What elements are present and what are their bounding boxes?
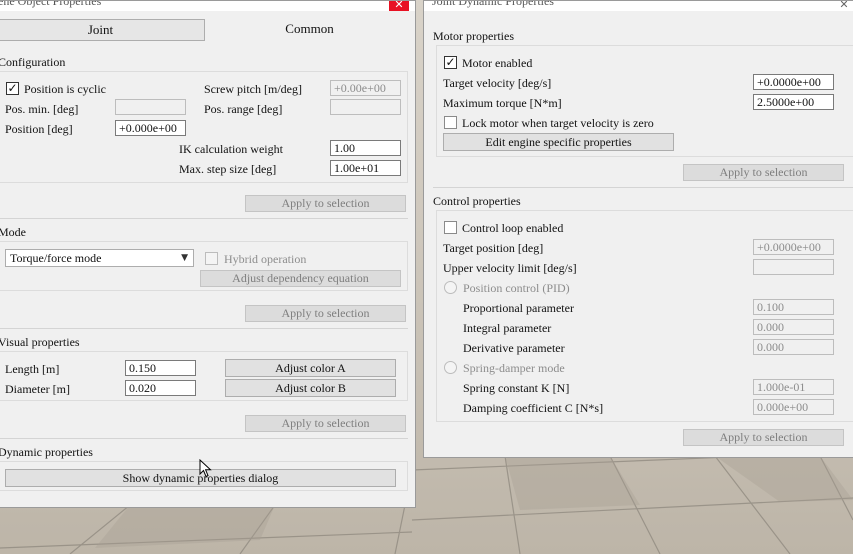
edit-engine-properties-button[interactable]: Edit engine specific properties: [443, 133, 674, 151]
control-apply-button[interactable]: Apply to selection: [683, 429, 844, 446]
screw-pitch-label: Screw pitch [m/deg]: [204, 82, 302, 96]
length-field[interactable]: 0.150: [125, 360, 196, 376]
max-step-label: Max. step size [deg]: [179, 162, 277, 176]
window-title: Joint Dynamic Properties: [432, 0, 554, 8]
tab-joint[interactable]: Joint: [0, 19, 205, 41]
adjust-color-b-button[interactable]: Adjust color B: [225, 379, 396, 397]
max-step-field[interactable]: 1.00e+01: [330, 160, 401, 176]
mode-apply-button[interactable]: Apply to selection: [245, 305, 406, 322]
integral-field[interactable]: 0.000: [753, 319, 834, 335]
proportional-field[interactable]: 0.100: [753, 299, 834, 315]
motor-apply-button[interactable]: Apply to selection: [683, 164, 844, 181]
divider: [0, 328, 408, 329]
configuration-heading: Configuration: [0, 55, 66, 69]
control-loop-label: Control loop enabled: [462, 221, 564, 235]
chevron-down-icon: ▼: [181, 253, 188, 263]
target-velocity-label: Target velocity [deg/s]: [443, 76, 552, 90]
damping-label: Damping coefficient C [N*s]: [463, 401, 604, 415]
mouse-cursor-icon: [199, 459, 212, 478]
damping-field[interactable]: 0.000e+00: [753, 399, 834, 415]
check-icon: ✓: [445, 55, 456, 69]
mode-select[interactable]: Torque/force mode ▼: [5, 249, 194, 267]
divider: [0, 438, 408, 439]
spring-damper-label: Spring-damper mode: [463, 361, 565, 375]
divider: [433, 187, 853, 188]
pid-label: Position control (PID): [463, 281, 570, 295]
max-torque-label: Maximum torque [N*m]: [443, 96, 562, 110]
joint-dynamic-properties-window: Joint Dynamic Properties ✕ Motor propert…: [423, 0, 853, 458]
position-cyclic-checkbox[interactable]: ✓: [6, 82, 19, 95]
ik-weight-label: IK calculation weight: [179, 142, 283, 156]
mode-heading: Mode: [0, 225, 26, 239]
position-field[interactable]: +0.000e+00: [115, 120, 186, 136]
lock-motor-label: Lock motor when target velocity is zero: [462, 116, 654, 130]
pos-min-field[interactable]: [115, 99, 186, 115]
adjust-dependency-button[interactable]: Adjust dependency equation: [200, 270, 401, 287]
upper-velocity-field[interactable]: [753, 259, 834, 275]
configuration-apply-button[interactable]: Apply to selection: [245, 195, 406, 212]
motor-enabled-checkbox[interactable]: ✓: [444, 56, 457, 69]
adjust-color-a-button[interactable]: Adjust color A: [225, 359, 396, 377]
spring-damper-radio[interactable]: [444, 361, 457, 374]
target-position-field[interactable]: +0.0000e+00: [753, 239, 834, 255]
window-title: ene Object Properties: [0, 0, 102, 8]
hybrid-operation-checkbox[interactable]: [205, 252, 218, 265]
target-velocity-field[interactable]: +0.0000e+00: [753, 74, 834, 90]
visual-apply-button[interactable]: Apply to selection: [245, 415, 406, 432]
ik-weight-field[interactable]: 1.00: [330, 140, 401, 156]
length-label: Length [m]: [5, 362, 60, 376]
dynamic-heading: Dynamic properties: [0, 445, 93, 459]
max-torque-field[interactable]: 2.5000e+00: [753, 94, 834, 110]
visual-heading: Visual properties: [0, 335, 80, 349]
control-loop-checkbox[interactable]: [444, 221, 457, 234]
lock-motor-checkbox[interactable]: [444, 116, 457, 129]
scene-object-properties-window: ene Object Properties ✕ Joint Common Con…: [0, 0, 416, 508]
derivative-label: Derivative parameter: [463, 341, 565, 355]
diameter-label: Diameter [m]: [5, 382, 70, 396]
close-icon[interactable]: ✕: [834, 1, 853, 11]
divider: [0, 218, 408, 219]
upper-velocity-label: Upper velocity limit [deg/s]: [443, 261, 577, 275]
proportional-label: Proportional parameter: [463, 301, 574, 315]
tab-common[interactable]: Common: [205, 19, 414, 41]
spring-constant-field[interactable]: 1.000e-01: [753, 379, 834, 395]
check-icon: ✓: [7, 81, 18, 95]
motor-enabled-label: Motor enabled: [462, 56, 533, 70]
close-icon[interactable]: ✕: [389, 1, 409, 11]
position-label: Position [deg]: [5, 122, 73, 136]
mode-select-value: Torque/force mode: [10, 251, 102, 265]
diameter-field[interactable]: 0.020: [125, 380, 196, 396]
integral-label: Integral parameter: [463, 321, 552, 335]
motor-heading: Motor properties: [433, 29, 514, 43]
derivative-field[interactable]: 0.000: [753, 339, 834, 355]
pos-range-field[interactable]: [330, 99, 401, 115]
title-bar: ene Object Properties ✕: [0, 1, 415, 11]
pos-range-label: Pos. range [deg]: [204, 102, 283, 116]
control-heading: Control properties: [433, 194, 521, 208]
spring-constant-label: Spring constant K [N]: [463, 381, 570, 395]
pos-min-label: Pos. min. [deg]: [5, 102, 79, 116]
position-cyclic-label: Position is cyclic: [24, 82, 106, 96]
screw-pitch-field[interactable]: +0.00e+00: [330, 80, 401, 96]
hybrid-operation-label: Hybrid operation: [224, 252, 307, 266]
pid-radio[interactable]: [444, 281, 457, 294]
target-position-label: Target position [deg]: [443, 241, 544, 255]
title-bar: Joint Dynamic Properties ✕: [424, 1, 853, 11]
